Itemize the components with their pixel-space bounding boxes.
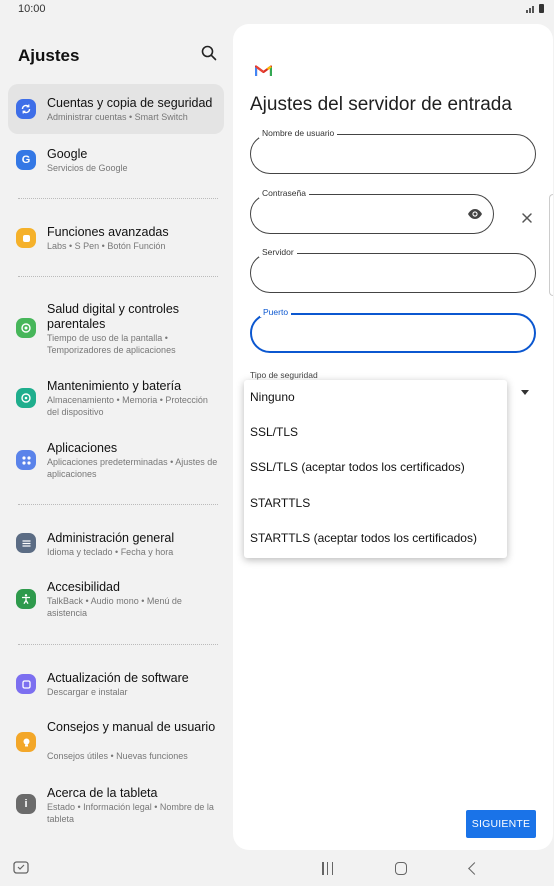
sliders-icon [16, 533, 36, 553]
sync-icon [16, 99, 36, 119]
next-button[interactable]: SIGUIENTE [466, 810, 536, 838]
menu-item-consejos[interactable]: Consejos y manual de usuario Consejos út… [8, 717, 224, 767]
password-label: Contraseña [259, 188, 309, 198]
menu-item-title: Mantenimiento y batería [47, 379, 182, 393]
security-option-ssl-tls-all-certs[interactable]: SSL/TLS (aceptar todos los certificados) [250, 460, 465, 474]
menu-item-funciones-avanzadas[interactable]: Funciones avanzadas Labs • S Pen • Botón… [8, 220, 224, 260]
navigation-bar [0, 854, 554, 886]
menu-item-cuentas[interactable]: Cuentas y copia de seguridad Administrar… [8, 84, 224, 134]
menu-item-mantenimiento[interactable]: Mantenimiento y batería Almacenamiento •… [8, 376, 224, 422]
menu-item-subtitle: TalkBack • Audio mono • Menú de asistenc… [47, 596, 182, 618]
security-option-ninguno[interactable]: Ninguno [250, 390, 295, 404]
side-panel-handle[interactable] [549, 194, 553, 296]
signal-icon [526, 4, 536, 13]
menu-item-subtitle: Administrar cuentas • Smart Switch [47, 112, 188, 122]
menu-item-subtitle: Almacenamiento • Memoria • Protección de… [47, 395, 208, 417]
menu-item-title: Accesibilidad [47, 580, 120, 594]
divider [18, 644, 218, 645]
status-bar: 10:00 [0, 0, 554, 20]
password-field[interactable]: Contraseña [250, 188, 494, 234]
menu-item-title: Consejos y manual de usuario [47, 720, 216, 734]
menu-item-aplicaciones[interactable]: Aplicaciones Aplicaciones predeterminada… [8, 438, 224, 484]
server-field[interactable]: Servidor [250, 247, 536, 293]
menu-item-title: Acerca de la tableta [47, 786, 158, 800]
menu-item-actualizacion-software[interactable]: Actualización de software Descargar e in… [8, 666, 224, 706]
google-icon: G [16, 150, 36, 170]
bulb-icon [16, 732, 36, 752]
username-field[interactable]: Nombre de usuario [250, 128, 536, 174]
menu-item-title: Funciones avanzadas [47, 225, 169, 239]
menu-item-subtitle: Tiempo de uso de la pantalla • Temporiza… [47, 333, 176, 355]
menu-item-accesibilidad[interactable]: Accesibilidad TalkBack • Audio mono • Me… [8, 577, 224, 623]
close-icon[interactable] [520, 211, 534, 225]
security-type-label: Tipo de seguridad [250, 370, 318, 380]
menu-item-subtitle: Labs • S Pen • Botón Función [47, 241, 166, 251]
menu-item-subtitle: Aplicaciones predeterminadas • Ajustes d… [47, 457, 218, 479]
search-icon[interactable] [200, 44, 218, 62]
status-time: 10:00 [18, 3, 46, 15]
menu-item-subtitle: Estado • Información legal • Nombre de l… [47, 802, 214, 824]
info-icon: i [16, 794, 36, 814]
security-option-starttls-all-certs[interactable]: STARTTLS (aceptar todos los certificados… [250, 531, 477, 545]
menu-item-acerca-tableta[interactable]: i Acerca de la tableta Estado • Informac… [8, 784, 224, 830]
divider [18, 504, 218, 505]
apps-icon [16, 450, 36, 470]
security-option-ssl-tls[interactable]: SSL/TLS [250, 425, 298, 439]
menu-item-title: Actualización de software [47, 671, 189, 685]
settings-title: Ajustes [18, 46, 80, 65]
menu-item-subtitle: Servicios de Google [47, 163, 128, 173]
menu-item-administracion-general[interactable]: Administración general Idioma y teclado … [8, 526, 224, 566]
battery-icon [539, 4, 544, 13]
menu-item-title: Salud digital y controles parentales [47, 302, 180, 331]
accessibility-icon [16, 589, 36, 609]
incoming-server-form: Ajustes del servidor de entrada Nombre d… [233, 24, 553, 850]
gmail-logo-icon [255, 65, 272, 76]
menu-item-subtitle: Consejos útiles • Nuevas funciones [47, 751, 188, 761]
menu-item-subtitle: Descargar e instalar [47, 687, 128, 697]
care-icon [16, 388, 36, 408]
update-icon [16, 674, 36, 694]
back-button[interactable] [468, 862, 481, 875]
menu-item-subtitle: Idioma y teclado • Fecha y hora [47, 547, 174, 557]
security-option-starttls[interactable]: STARTTLS [250, 496, 310, 510]
settings-panel: Ajustes Cuentas y copia de seguridad Adm… [0, 24, 232, 854]
puzzle-icon [16, 228, 36, 248]
menu-item-google[interactable]: G Google Servicios de Google [8, 142, 224, 182]
show-password-eye-icon[interactable] [467, 206, 483, 222]
status-icons [526, 4, 544, 13]
menu-item-salud-digital[interactable]: Salud digital y controles parentales Tie… [8, 298, 224, 358]
form-title: Ajustes del servidor de entrada [250, 94, 512, 115]
taskbar-icon[interactable] [13, 861, 29, 875]
dropdown-arrow-icon[interactable] [521, 390, 529, 395]
menu-item-title: Cuentas y copia de seguridad [47, 96, 213, 110]
port-label: Puerto [260, 307, 292, 317]
home-button[interactable] [395, 862, 407, 875]
wellbeing-icon [16, 318, 36, 338]
menu-item-title: Administración general [47, 531, 175, 545]
security-type-dropdown: Ninguno SSL/TLS SSL/TLS (aceptar todos l… [244, 380, 507, 558]
menu-item-title: Aplicaciones [47, 441, 118, 455]
divider [18, 198, 218, 199]
recents-button[interactable] [322, 862, 333, 875]
username-label: Nombre de usuario [259, 128, 338, 138]
divider [18, 276, 218, 277]
port-field[interactable]: Puerto [250, 307, 536, 353]
menu-item-title: Google [47, 147, 88, 161]
server-label: Servidor [259, 247, 297, 257]
